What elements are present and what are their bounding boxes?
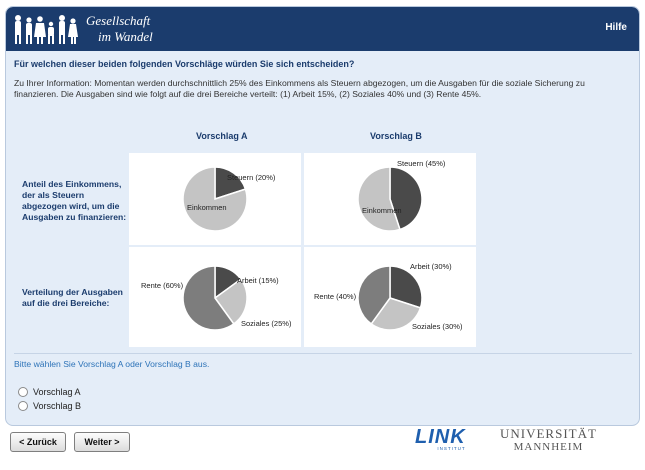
pie-slice-label: Steuern (20%) [227,173,276,182]
survey-frame: Gesellschaft im Wandel Hilfe Für welchen… [5,6,640,426]
people-silhouettes-icon [15,15,78,44]
link-institut-logo: LINK INSTITUT [415,426,466,451]
pie-slice-label: Einkommen [187,203,227,212]
help-link[interactable]: Hilfe [605,22,627,33]
chart-distribution-b: Arbeit (30%) Soziales (30%) Rente (40%) [304,247,476,347]
column-header-b: Vorschlag B [370,131,422,141]
option-vorschlag-b[interactable]: Vorschlag B [18,401,81,411]
chart-distribution-a: Arbeit (15%) Soziales (25%) Rente (60%) [129,247,301,347]
column-header-a: Vorschlag A [196,131,248,141]
pie-slice-label: Steuern (45%) [397,159,446,168]
pie-slice-label: Soziales (30%) [412,322,463,331]
pie-slice-label: Arbeit (30%) [410,262,452,271]
divider [14,353,632,354]
row-label-distribution: Verteilung der Ausgaben auf die drei Ber… [22,287,123,308]
radio-vorschlag-b[interactable] [18,401,28,411]
header-bar: Gesellschaft im Wandel Hilfe [6,7,639,51]
brand-subtitle: im Wandel [98,29,153,44]
back-button[interactable]: < Zurück [10,432,66,452]
instruction-text: Bitte wählen Sie Vorschlag A oder Vorsch… [14,359,210,369]
option-label-a: Vorschlag A [33,387,81,397]
option-vorschlag-a[interactable]: Vorschlag A [18,387,81,397]
next-button[interactable]: Weiter > [74,432,130,452]
row-label-tax-share: Anteil des Einkommens, der als Steuern a… [22,179,127,222]
chart-tax-a: Steuern (20%) Einkommen [129,153,301,245]
radio-vorschlag-a[interactable] [18,387,28,397]
pie-slice-label: Soziales (25%) [241,319,292,328]
info-text: Zu Ihrer Information: Momentan werden du… [14,78,585,99]
question-text: Für welchen dieser beiden folgenden Vors… [14,59,355,69]
brand-title: Gesellschaft [86,13,151,28]
option-label-b: Vorschlag B [33,401,82,411]
university-mannheim-logo: UNIVERSITÄT MANNHEIM [500,426,597,454]
pie-slice-label: Rente (60%) [141,281,184,290]
chart-tax-b: Steuern (45%) Einkommen [304,153,476,245]
pie-slice-label: Einkommen [362,206,402,215]
pie-slice-label: Arbeit (15%) [237,276,279,285]
pie-slice-label: Rente (40%) [314,292,357,301]
